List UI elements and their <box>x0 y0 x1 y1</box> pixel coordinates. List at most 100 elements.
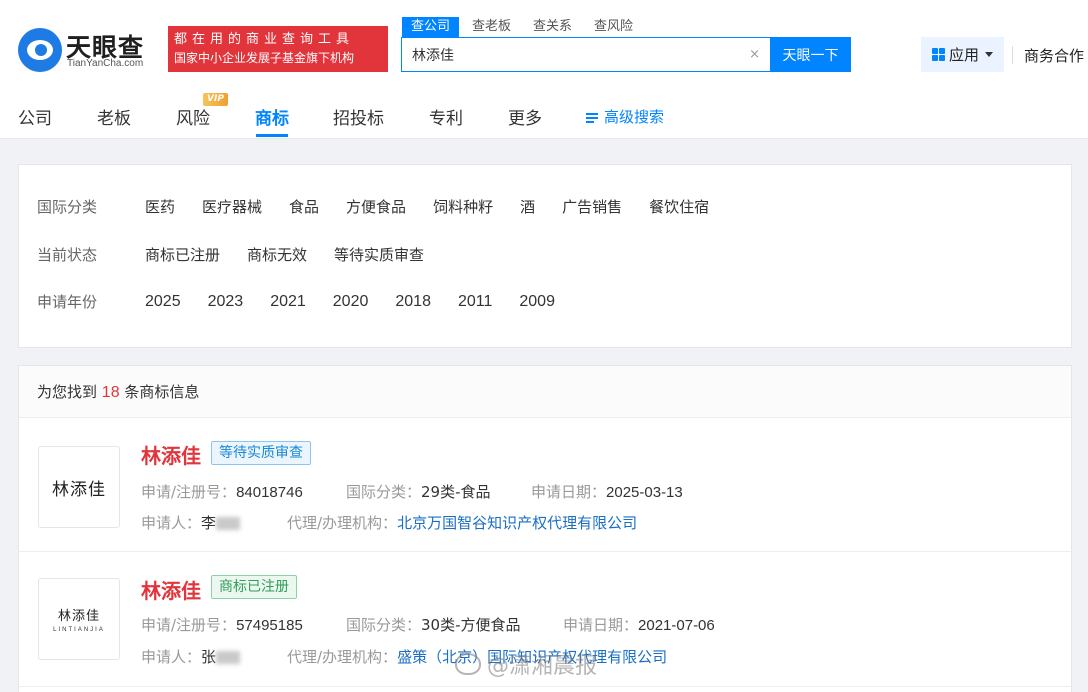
apps-grid-icon <box>931 48 945 61</box>
slogan-line-2: 国家中小企业发展子基金旗下机构 <box>174 51 355 65</box>
results-panel: 为您找到 18 条商标信息 林添佳 林添佳 等待实质审查 申请/注册号：8401… <box>18 365 1072 692</box>
applicant-field: 申请人：张 <box>141 646 241 667</box>
watermark-text: @潇湘晨报 <box>487 654 598 679</box>
reg-no-label: 申请/注册号： <box>141 483 237 501</box>
filter-option[interactable]: 等待实质审查 <box>334 244 424 265</box>
filter-option[interactable]: 餐饮住宿 <box>649 196 709 217</box>
filter-option[interactable]: 2021 <box>270 293 306 311</box>
trademark-image[interactable]: 林添佳 LINTIANJIA <box>38 578 120 660</box>
filter-option[interactable]: 2009 <box>519 293 555 311</box>
class-value: 30类-方便食品 <box>421 616 521 634</box>
weibo-icon <box>455 653 481 675</box>
search-tab-relation[interactable]: 查关系 <box>524 17 581 37</box>
search-button[interactable]: 天眼一下 <box>770 37 851 72</box>
search-input[interactable] <box>402 38 732 71</box>
filter-option[interactable]: 2020 <box>333 293 369 311</box>
filter-option[interactable]: 商标无效 <box>247 244 307 265</box>
reg-no-value: 57495185 <box>236 617 303 634</box>
filter-label: 当前状态 <box>37 246 98 264</box>
business-cooperation-link[interactable]: 商务合作 <box>1024 45 1084 66</box>
class-field: 国际分类：30类-方便食品 <box>346 614 521 635</box>
filter-option[interactable]: 医药 <box>145 196 175 217</box>
nav-risk[interactable]: 风险 <box>176 104 210 129</box>
filter-option[interactable]: 食品 <box>289 196 319 217</box>
date-value: 2021-07-06 <box>638 617 715 634</box>
header-divider <box>1012 46 1013 64</box>
applicant-field: 申请人：李 <box>141 512 241 533</box>
apps-button[interactable]: 应用 <box>921 37 1004 72</box>
applicant-label: 申请人： <box>141 648 202 666</box>
redacted-mask <box>216 651 241 664</box>
results-summary: 为您找到 18 条商标信息 <box>19 366 1071 418</box>
nav-patent[interactable]: 专利 <box>429 104 463 129</box>
trademark-card: 林添佳 林添佳 等待实质审查 申请/注册号：84018746 国际分类：29类-… <box>19 418 1071 552</box>
status-badge: 商标已注册 <box>211 575 297 599</box>
slogan-banner: 都在用的商业查询工具 国家中小企业发展子基金旗下机构 <box>168 26 388 72</box>
search-box: × <box>401 37 771 72</box>
filter-option[interactable]: 2011 <box>458 293 492 311</box>
date-value: 2025-03-13 <box>606 484 683 501</box>
nav-company[interactable]: 公司 <box>18 104 52 129</box>
reg-no-label: 申请/注册号： <box>141 616 237 634</box>
reg-no-value: 84018746 <box>236 484 303 501</box>
clear-icon[interactable]: × <box>749 47 760 62</box>
search-tab-risk[interactable]: 查风险 <box>585 17 642 37</box>
nav-boss[interactable]: 老板 <box>97 104 131 129</box>
nav-bidding[interactable]: 招投标 <box>333 104 384 129</box>
trademark-name-link[interactable]: 林添佳 <box>141 440 201 469</box>
apps-button-label: 应用 <box>948 46 979 64</box>
filter-option[interactable]: 酒 <box>520 196 535 217</box>
filter-icon <box>586 111 600 123</box>
applicant-label: 申请人： <box>141 514 202 532</box>
search-tab-boss[interactable]: 查老板 <box>463 17 520 37</box>
filter-option[interactable]: 2025 <box>145 293 181 311</box>
results-count: 18 <box>101 384 120 401</box>
logo-domain: TianYanCha.com <box>67 58 144 69</box>
agency-field: 代理/办理机构：北京万国智谷知识产权代理有限公司 <box>287 512 637 533</box>
agency-link[interactable]: 北京万国智谷知识产权代理有限公司 <box>397 514 637 532</box>
filter-option[interactable]: 广告销售 <box>562 196 622 217</box>
filter-label: 申请年份 <box>37 293 98 311</box>
nav-trademark[interactable]: 商标 <box>255 104 289 129</box>
filter-option[interactable]: 医疗器械 <box>202 196 262 217</box>
filter-panel: 国际分类 医药 医疗器械 食品 方便食品 饲料种籽 酒 广告销售 餐饮住宿 当前… <box>18 164 1072 348</box>
filter-option[interactable]: 2023 <box>208 293 244 311</box>
class-label: 国际分类： <box>346 616 422 634</box>
nav-more[interactable]: 更多 <box>508 104 542 129</box>
vip-badge: VIP <box>203 93 228 106</box>
class-field: 国际分类：29类-食品 <box>346 481 491 502</box>
agency-label: 代理/办理机构： <box>287 514 398 532</box>
caret-down-icon <box>985 52 993 57</box>
category-nav: 公司 老板 风险 VIP 商标 招投标 专利 更多 高级搜索 <box>0 92 1088 139</box>
slogan-line-1: 都在用的商业查询工具 <box>174 32 355 47</box>
active-tab-indicator <box>256 134 288 137</box>
date-field: 申请日期：2021-07-06 <box>563 614 715 635</box>
advanced-search-link[interactable]: 高级搜索 <box>586 106 664 127</box>
filter-option[interactable]: 饲料种籽 <box>433 196 493 217</box>
filter-row-class: 国际分类 医药 医疗器械 食品 方便食品 饲料种籽 酒 广告销售 餐饮住宿 <box>37 196 736 217</box>
advanced-search-label: 高级搜索 <box>604 108 665 126</box>
results-suffix: 条商标信息 <box>124 383 200 401</box>
filter-label: 国际分类 <box>37 198 98 216</box>
search-tab-company[interactable]: 查公司 <box>402 17 460 37</box>
applicant-value: 张 <box>201 648 217 666</box>
top-header: 天眼查 TianYanCha.com 都在用的商业查询工具 国家中小企业发展子基… <box>0 0 1088 92</box>
weibo-watermark: @潇湘晨报 <box>455 648 597 680</box>
trademark-name-link[interactable]: 林添佳 <box>141 575 201 604</box>
class-value: 29类-食品 <box>421 483 491 501</box>
filter-option[interactable]: 2018 <box>395 293 431 311</box>
trademark-image-text: 林添佳 <box>52 479 106 500</box>
tianyancha-logo-icon[interactable] <box>18 28 62 72</box>
date-field: 申请日期：2025-03-13 <box>531 481 683 502</box>
class-label: 国际分类： <box>346 483 422 501</box>
filter-option[interactable]: 方便食品 <box>346 196 406 217</box>
reg-no-field: 申请/注册号：57495185 <box>141 614 303 635</box>
filter-row-year: 申请年份 2025 2023 2021 2020 2018 2011 2009 <box>37 291 582 312</box>
trademark-image-text: 林添佳 <box>57 609 100 624</box>
applicant-value: 李 <box>201 514 217 532</box>
agency-label: 代理/办理机构： <box>287 648 398 666</box>
search-type-tabs: 查公司 查老板 查关系 查风险 <box>402 17 646 37</box>
reg-no-field: 申请/注册号：84018746 <box>141 481 303 502</box>
filter-option[interactable]: 商标已注册 <box>145 244 220 265</box>
trademark-image[interactable]: 林添佳 <box>38 446 120 528</box>
